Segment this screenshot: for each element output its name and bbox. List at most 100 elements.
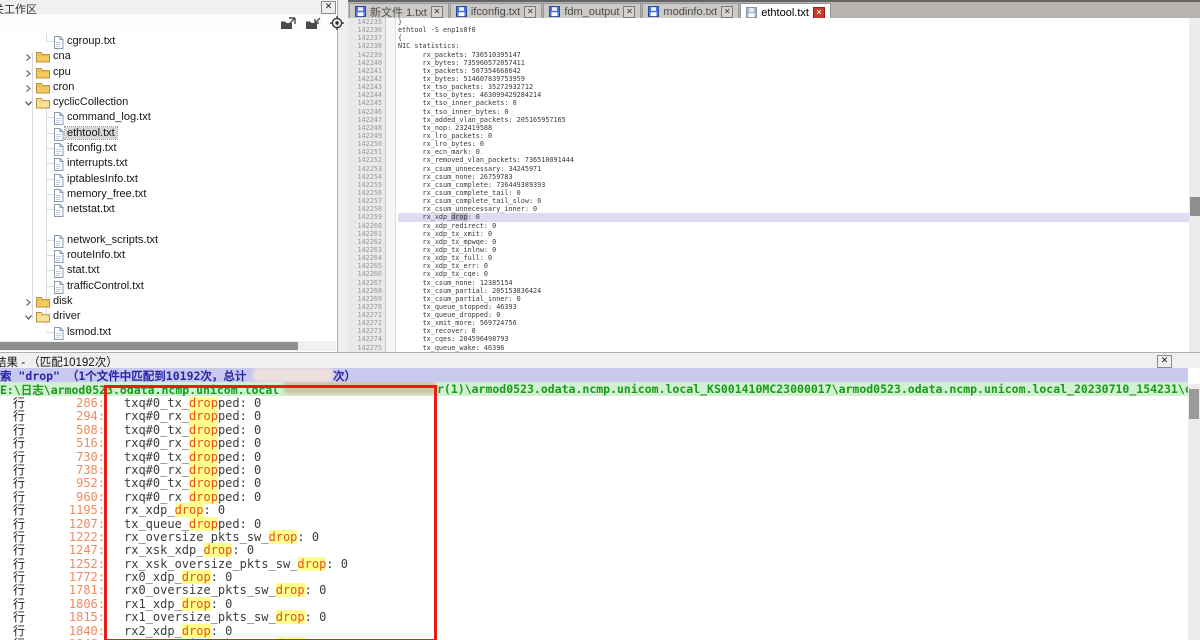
code-line: tx_csum_partial_inner: 0 (398, 295, 1189, 303)
result-row[interactable]: 行1195:rx_xdp_drop: 0 (0, 504, 1188, 517)
chevron-down-icon[interactable] (24, 313, 33, 325)
chevron-right-icon[interactable] (24, 298, 33, 310)
code-line: tx_bytes: 514607839753959 (398, 75, 1189, 83)
results-vertical-scrollbar[interactable] (1188, 384, 1200, 640)
result-row-prefix: 行 (13, 611, 35, 624)
tree-item-network_scripts.txt[interactable]: network_scripts.txt (0, 233, 336, 248)
tree-item-label: stat.txt (67, 264, 99, 276)
workspace-close-icon[interactable]: ✕ (321, 1, 336, 14)
result-row[interactable]: 行1806:rx1_xdp_drop: 0 (0, 598, 1188, 611)
tree-item-cgroup.txt[interactable]: cgroup.txt (0, 34, 336, 49)
tree-item-netstat.txt[interactable]: netstat.txt (0, 202, 336, 217)
code-line: ethtool -S enp1s0f0 (398, 26, 1189, 34)
expand-files-icon[interactable] (280, 16, 297, 30)
result-text: rx0_xdp_drop: 0 (124, 570, 232, 584)
result-text: txq#0_tx_dropped: 0 (124, 423, 261, 437)
result-text: rx_oversize_pkts_sw_drop: 0 (124, 530, 319, 544)
result-text: rxq#0_rx_dropped: 0 (124, 490, 261, 504)
editor-area[interactable]: 1422351422361422371422381422391422401422… (348, 18, 1189, 352)
result-row[interactable]: 行960:rxq#0_rx_dropped: 0 (0, 491, 1188, 504)
editor-vertical-scrollbar[interactable] (1189, 18, 1200, 352)
results-vscroll-thumb[interactable] (1189, 389, 1199, 419)
result-row[interactable]: 行1772:rx0_xdp_drop: 0 (0, 571, 1188, 584)
tree-item-cron[interactable]: cron (0, 80, 336, 95)
tab-fdm_output[interactable]: fdm_output✕ (543, 3, 641, 19)
result-row[interactable]: 行286:txq#0_tx_dropped: 0 (0, 397, 1188, 410)
tree-item-label: trafficControl.txt (67, 280, 144, 292)
result-pre: rx_xdp_ (124, 503, 175, 517)
save-icon (648, 6, 659, 17)
result-row[interactable]: 行516:rxq#0_rx_dropped: 0 (0, 437, 1188, 450)
code-line: tx_tso_inner_bytes: 0 (398, 108, 1189, 116)
tree-item-routeInfo.txt[interactable]: routeInfo.txt (0, 248, 336, 263)
result-row[interactable]: 行1247:rx_xsk_xdp_drop: 0 (0, 544, 1188, 557)
line-number: 142258 (348, 205, 382, 213)
tree-item-driver[interactable]: driver (0, 309, 336, 324)
line-number: 142250 (348, 140, 382, 148)
tree-item-ethtool.txt[interactable]: ethtool.txt (0, 126, 336, 141)
tree-item-disk[interactable]: disk (0, 294, 336, 309)
results-close-icon[interactable]: ✕ (1157, 355, 1172, 368)
search-file-path-line[interactable]: E:\日志\armod0523.odata.ncmp.unicom.local … (0, 382, 1188, 396)
tree-item-iptablesInfo.txt[interactable]: iptablesInfo.txt (0, 172, 336, 187)
tree-item-ifconfig.txt[interactable]: ifconfig.txt (0, 141, 336, 156)
result-post: ped: 0 (218, 423, 261, 437)
tree-item-command_log.txt[interactable]: command_log.txt (0, 110, 336, 125)
close-tab-icon[interactable]: ✕ (431, 6, 443, 18)
close-tab-icon[interactable]: ✕ (721, 6, 733, 18)
tree-item-cyclicCollection[interactable]: cyclicCollection (0, 95, 336, 110)
save-icon (355, 6, 366, 17)
result-row-prefix: 行 (13, 571, 35, 584)
tab-新文件 1.txt[interactable]: 新文件 1.txt✕ (349, 3, 449, 19)
result-row[interactable]: 行508:txq#0_tx_dropped: 0 (0, 424, 1188, 437)
result-row[interactable]: 行1252:rx_xsk_oversize_pkts_sw_drop: 0 (0, 558, 1188, 571)
result-row[interactable]: 行1781:rx0_oversize_pkts_sw_drop: 0 (0, 584, 1188, 597)
result-row[interactable]: 行1815:rx1_oversize_pkts_sw_drop: 0 (0, 611, 1188, 624)
result-row[interactable]: 行738:rxq#0_rx_dropped: 0 (0, 464, 1188, 477)
editor-vscroll-thumb[interactable] (1190, 197, 1200, 216)
result-row[interactable]: 行1840:rx2_xdp_drop: 0 (0, 625, 1188, 638)
tree-item-trafficControl.txt[interactable]: trafficControl.txt (0, 279, 336, 294)
tab-modinfo.txt[interactable]: modinfo.txt✕ (642, 3, 739, 19)
locate-file-icon[interactable] (330, 16, 344, 30)
code-line: tx_added_vlan_packets: 205165957165 (398, 116, 1189, 124)
tree-item-stat.txt[interactable]: stat.txt (0, 263, 336, 278)
chevron-right-icon[interactable] (24, 53, 33, 65)
close-tab-icon[interactable]: ✕ (813, 7, 825, 19)
match-highlight: drop (182, 624, 211, 638)
collapse-files-icon[interactable] (305, 16, 322, 30)
tree-item-memory_free.txt[interactable]: memory_free.txt (0, 187, 336, 202)
tree-item-cpu[interactable]: cpu (0, 65, 336, 80)
result-row[interactable]: 行730:txq#0_tx_dropped: 0 (0, 451, 1188, 464)
close-tab-icon[interactable]: ✕ (524, 6, 536, 18)
result-row[interactable]: 行1207:tx_queue_dropped: 0 (0, 518, 1188, 531)
tree-item-cna[interactable]: cna (0, 49, 336, 64)
result-post: : 0 (232, 543, 254, 557)
tree-item-label: netstat.txt (67, 203, 115, 215)
result-row[interactable]: 行952:txq#0_tx_dropped: 0 (0, 477, 1188, 490)
tree-item-lsmod.txt[interactable]: lsmod.txt (0, 325, 336, 340)
chevron-right-icon[interactable] (24, 69, 33, 81)
workspace-toolbar (0, 14, 336, 31)
tree-horizontal-scrollbar[interactable] (0, 341, 336, 351)
line-number: 142246 (348, 108, 382, 116)
line-number: 142268 (348, 287, 382, 295)
tree-hscroll-thumb[interactable] (0, 342, 298, 350)
editor-text[interactable]: }ethtool -S enp1s0f0{NIC statistics: rx_… (398, 18, 1189, 352)
tree-item-interrupts.txt[interactable]: interrupts.txt (0, 156, 336, 171)
line-number: 142266 (348, 270, 382, 278)
match-highlight: drop (189, 490, 218, 504)
line-number: 142265 (348, 262, 382, 270)
close-tab-icon[interactable]: ✕ (623, 6, 635, 18)
result-line-number: 1222: (35, 531, 105, 544)
result-row[interactable]: 行1222:rx_oversize_pkts_sw_drop: 0 (0, 531, 1188, 544)
result-row[interactable]: 行294:rxq#0_rx_dropped: 0 (0, 410, 1188, 423)
result-pre: rx_xsk_xdp_ (124, 543, 203, 557)
match-highlight: drop (189, 476, 218, 490)
result-row-prefix: 行 (13, 504, 35, 517)
result-post: ped: 0 (218, 409, 261, 423)
result-line-number: 286: (35, 397, 105, 410)
chevron-down-icon[interactable] (24, 99, 33, 111)
chevron-right-icon[interactable] (24, 84, 33, 96)
tab-ifconfig.txt[interactable]: ifconfig.txt✕ (450, 3, 543, 19)
